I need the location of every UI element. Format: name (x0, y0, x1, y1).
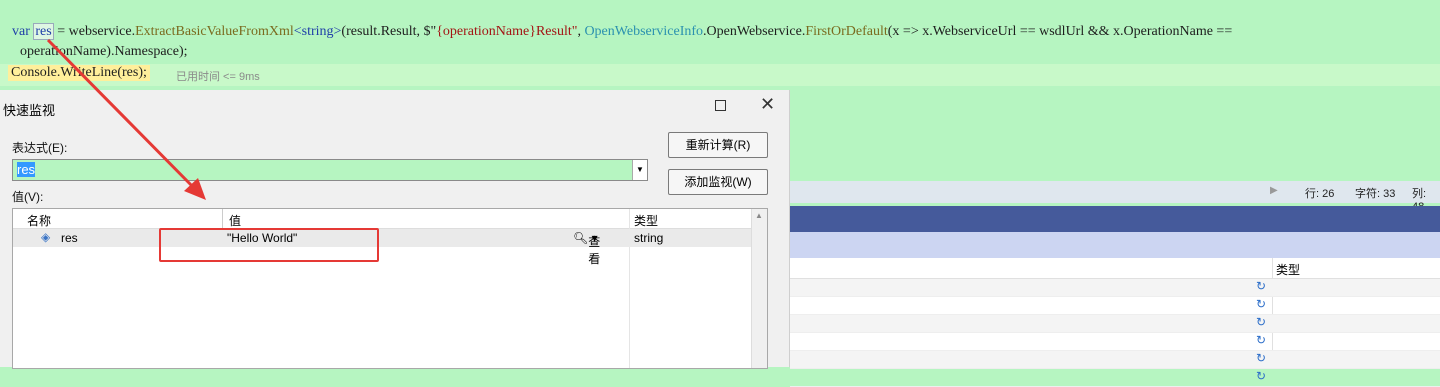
refresh-icon[interactable]: ↻ (1256, 369, 1266, 383)
table-row[interactable]: ↻ (790, 369, 1440, 387)
annotation-arrow (46, 38, 206, 200)
